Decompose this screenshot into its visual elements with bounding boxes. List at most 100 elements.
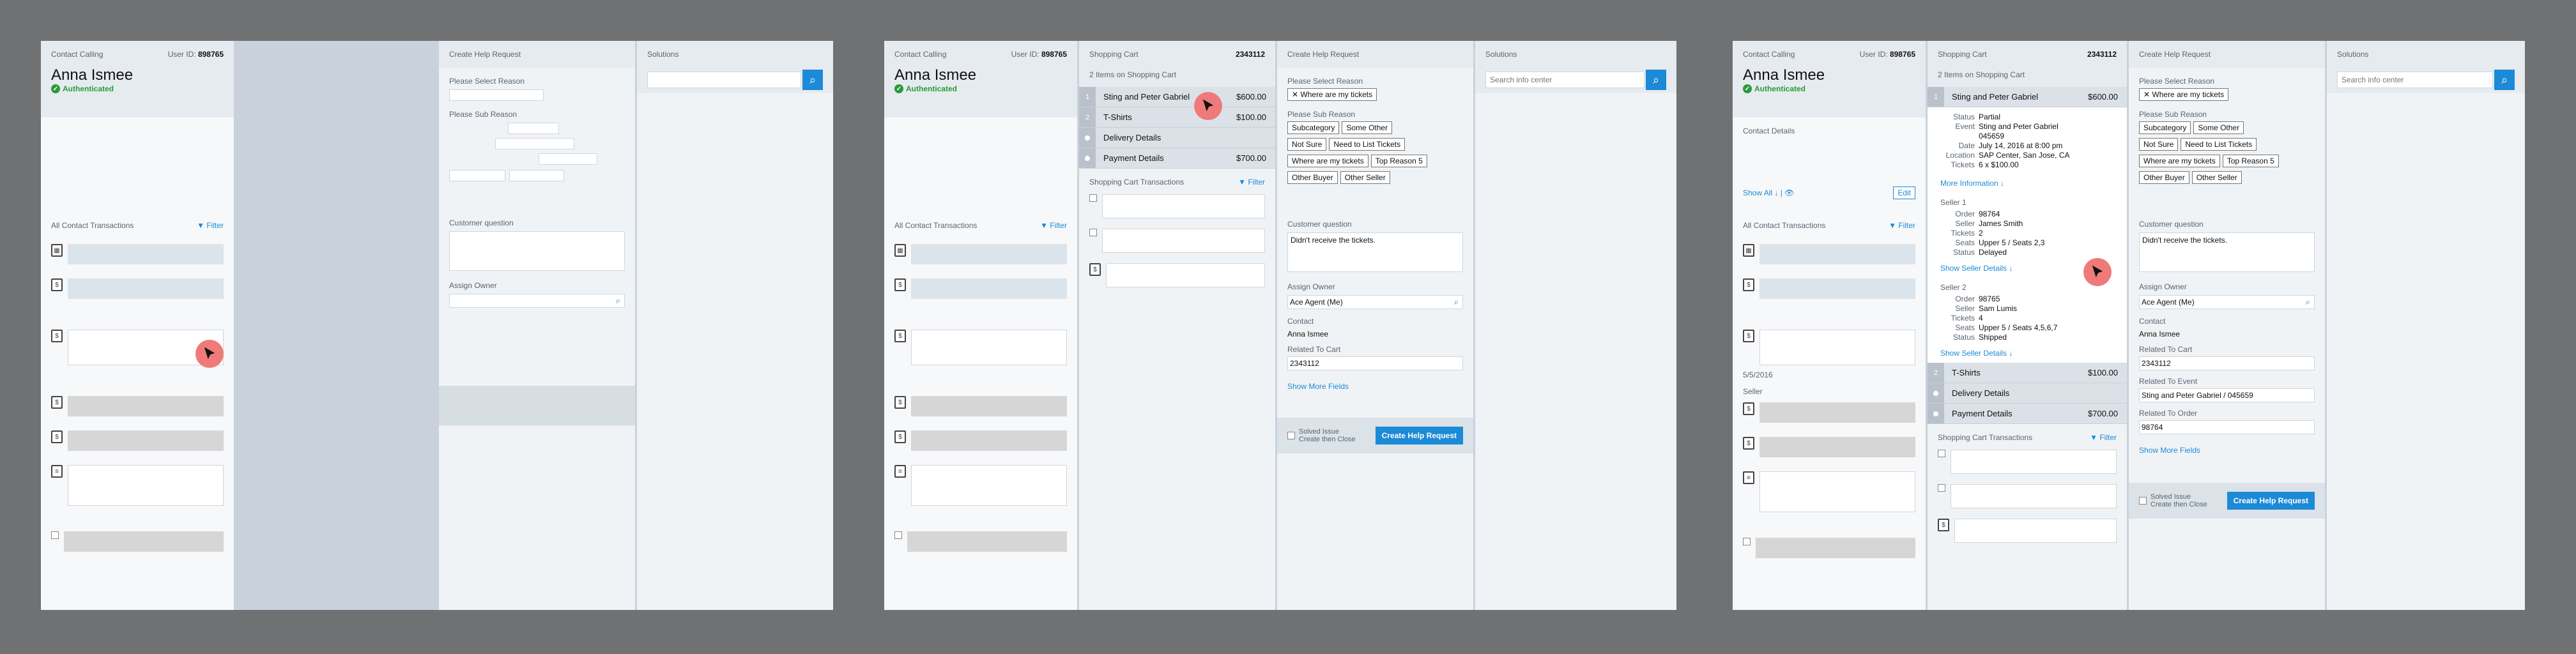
subreason-tag[interactable]: Other Buyer (2139, 171, 2189, 184)
question-field[interactable] (449, 231, 625, 271)
cart-tx-row[interactable] (1079, 229, 1275, 253)
filter-button[interactable]: ▼ Filter (1889, 221, 1915, 230)
subreason-tag[interactable]: Need to List Tickets (2181, 138, 2257, 151)
transaction-row[interactable]: $ (884, 330, 1077, 365)
edit-button[interactable]: Edit (1893, 186, 1915, 199)
create-help-button[interactable]: Create Help Request (2227, 492, 2315, 510)
subreason-tag[interactable]: Other Seller (1340, 171, 1390, 184)
subreason-tag[interactable]: Top Reason 5 (2222, 155, 2279, 167)
subreason-tag[interactable]: Top Reason 5 (1370, 155, 1427, 167)
transaction-row[interactable]: $ (884, 278, 1077, 299)
subreason-tag[interactable]: Other Seller (2191, 171, 2242, 184)
row-checkbox[interactable] (1743, 538, 1751, 545)
delivery-row[interactable]: Delivery Details (1079, 128, 1275, 148)
solved-checkbox[interactable] (2139, 497, 2147, 505)
cart-field[interactable]: 2343112 (1287, 356, 1463, 370)
cart-tx-row[interactable]: $ (1928, 519, 2127, 543)
cart-tx-row[interactable] (1928, 450, 2127, 474)
ticket-icon: $ (1743, 437, 1754, 450)
contact-details-label: Contact Details (1743, 126, 1795, 135)
payment-row[interactable]: Payment Details $700.00 (1928, 404, 2127, 424)
solved-option[interactable]: Solved Issue Create then Close (1287, 428, 1356, 443)
search-input[interactable] (2337, 72, 2493, 88)
order-field[interactable]: 98764 (2139, 420, 2315, 434)
transaction-row[interactable]: $ (1733, 437, 1926, 457)
transaction-row[interactable]: $ (41, 430, 234, 451)
delivery-row[interactable]: Delivery Details (1928, 383, 2127, 404)
more-info-link[interactable]: More Information (1940, 179, 1998, 188)
transaction-row[interactable] (1733, 538, 1926, 558)
create-help-button[interactable]: Create Help Request (1375, 427, 1463, 445)
row-checkbox[interactable] (1089, 194, 1097, 202)
transaction-row[interactable]: ▦ (884, 244, 1077, 264)
solved-option[interactable]: Solved Issue Create then Close (2139, 493, 2207, 508)
transaction-row[interactable]: $ (1733, 330, 1926, 365)
filter-button[interactable]: ▼ Filter (1040, 221, 1067, 230)
transaction-row[interactable]: $ (1733, 278, 1926, 299)
owner-field[interactable]: Ace Agent (Me) ⌕ (2139, 295, 2315, 309)
search-input[interactable] (1485, 72, 1644, 88)
cart-field[interactable]: 2343112 (2139, 356, 2315, 370)
selected-reason-tag[interactable]: ✕ Where are my tickets (1287, 88, 1377, 101)
subreason-tag[interactable]: Subcategory (1287, 121, 1340, 134)
filter-label: Filter (206, 221, 224, 230)
event-field[interactable]: Sting and Peter Gabriel / 045659 (2139, 388, 2315, 402)
search-button[interactable]: ⌕ (1646, 70, 1666, 90)
transaction-row[interactable]: ≡ (884, 465, 1077, 506)
transaction-row[interactable]: $ (41, 396, 234, 416)
cart-count: 2 Items on Shopping Cart (1079, 66, 1275, 87)
search-input[interactable] (647, 72, 801, 88)
subreason-tag[interactable]: Not Sure (1287, 138, 1327, 151)
cart-tx-row[interactable]: $ (1079, 263, 1275, 287)
subreason-tag[interactable]: Some Other (1342, 121, 1393, 134)
search-button[interactable]: ⌕ (2494, 70, 2515, 90)
auth-status: ✓ Authenticated (51, 84, 224, 93)
owner-field[interactable]: ⌕ (449, 294, 625, 308)
subreason-tag[interactable]: Some Other (2193, 121, 2244, 134)
subreason-tag[interactable]: Need to List Tickets (1329, 138, 1406, 151)
selected-reason-tag[interactable]: ✕ Where are my tickets (2139, 88, 2229, 101)
filter-button[interactable]: ▼ Filter (197, 221, 224, 230)
subreason-tag[interactable]: Other Buyer (1287, 171, 1338, 184)
show-seller-link[interactable]: Show Seller Details (1940, 349, 2007, 358)
transaction-row[interactable]: ≡ (41, 465, 234, 506)
transaction-row[interactable]: $ (884, 396, 1077, 416)
cart-item[interactable]: 1 Sting and Peter Gabriel $600.00 (1928, 87, 2127, 107)
transaction-row[interactable]: ▦ (41, 244, 234, 264)
more-fields-link[interactable]: Show More Fields (2139, 446, 2315, 455)
row-checkbox[interactable] (1938, 484, 1945, 492)
transaction-row[interactable]: ▦ (1733, 244, 1926, 264)
owner-label: Assign Owner (2139, 282, 2187, 291)
search-button[interactable]: ⌕ (802, 70, 823, 90)
cart-item[interactable]: 2 T-Shirts $100.00 (1079, 107, 1275, 128)
question-field[interactable]: Didn't receive the tickets. (1287, 232, 1463, 272)
row-checkbox[interactable] (1938, 450, 1945, 457)
more-fields-link[interactable]: Show More Fields (1287, 382, 1463, 391)
row-checkbox[interactable] (1089, 229, 1097, 236)
row-checkbox[interactable] (51, 531, 59, 539)
transaction-row[interactable]: $ (41, 278, 234, 299)
solved-checkbox[interactable] (1287, 432, 1295, 439)
cart-tx-row[interactable] (1079, 194, 1275, 218)
subreason-tag[interactable]: Not Sure (2139, 138, 2179, 151)
show-all-link[interactable]: Show All ↓ | 👁 (1743, 188, 1794, 197)
question-field[interactable]: Didn't receive the tickets. (2139, 232, 2315, 272)
transaction-row[interactable]: $ (1733, 402, 1926, 423)
payment-row[interactable]: Payment Details $700.00 (1079, 148, 1275, 169)
subreason-tag[interactable]: Where are my tickets (2139, 155, 2220, 167)
filter-button[interactable]: ▼ Filter (2090, 433, 2117, 442)
cart-item[interactable]: 2 T-Shirts $100.00 (1928, 363, 2127, 383)
transaction-row[interactable] (41, 531, 234, 552)
event-link[interactable]: Sting and Peter Gabriel 045659 (1979, 122, 2062, 141)
subreason-tag[interactable]: Subcategory (2139, 121, 2191, 134)
owner-field[interactable]: Ace Agent (Me) ⌕ (1287, 295, 1463, 309)
transaction-row[interactable]: ≡ (1733, 471, 1926, 512)
cart-item[interactable]: 1 Sting and Peter Gabriel $600.00 (1079, 87, 1275, 107)
transaction-row[interactable]: $ (884, 430, 1077, 451)
cart-tx-row[interactable] (1928, 484, 2127, 508)
filter-button[interactable]: ▼ Filter (1238, 178, 1265, 186)
row-checkbox[interactable] (894, 531, 902, 539)
transaction-row[interactable] (884, 531, 1077, 552)
show-seller-link[interactable]: Show Seller Details (1940, 264, 2007, 273)
subreason-tag[interactable]: Where are my tickets (1287, 155, 1368, 167)
